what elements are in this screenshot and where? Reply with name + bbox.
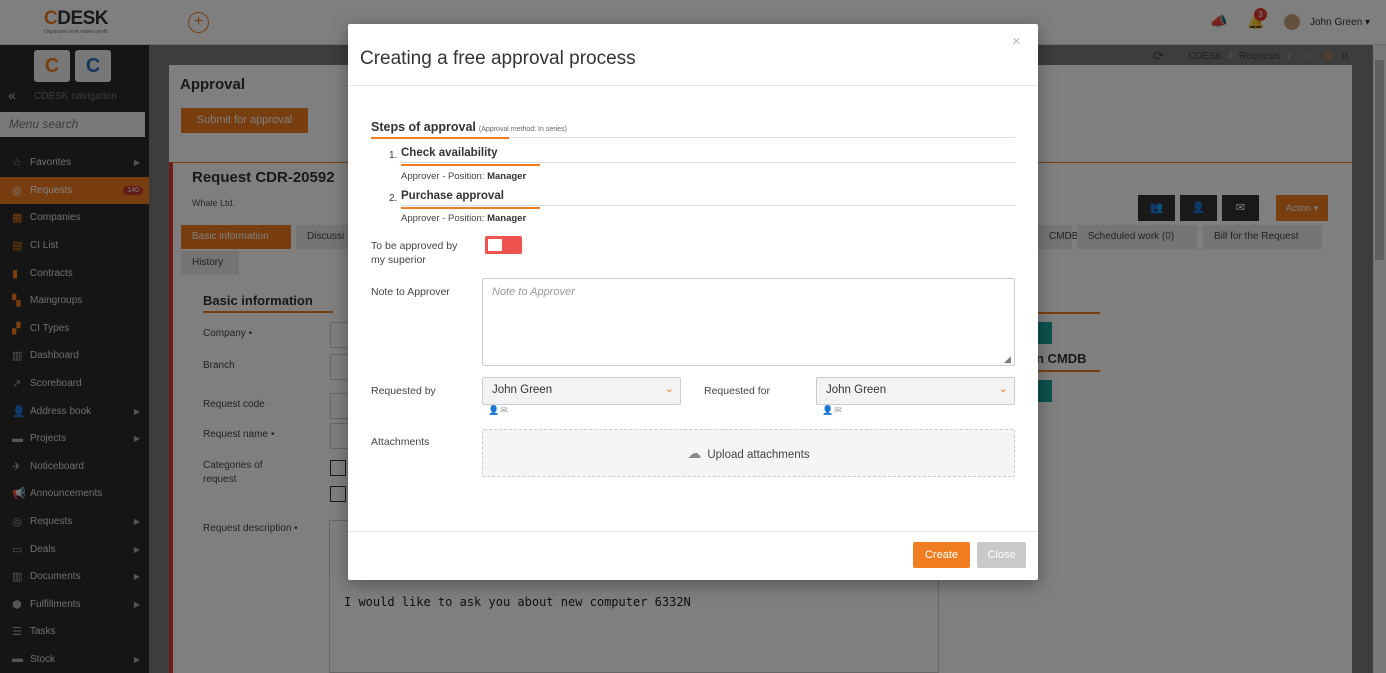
close-icon[interactable]: × (1012, 33, 1021, 50)
requested-by-select[interactable]: John Green ⌄ (482, 377, 681, 405)
requested-for-label: Requested for (704, 385, 770, 397)
envelope-icon[interactable]: ✉ (834, 405, 843, 415)
note-to-approver-input[interactable] (482, 278, 1015, 366)
chevron-down-icon: ⌄ (998, 383, 1008, 395)
step-approver: Approver - Position: Manager (401, 171, 527, 182)
person-icon[interactable]: 👤 (822, 405, 834, 415)
chevron-down-icon: ⌄ (664, 383, 674, 395)
superior-approval-toggle[interactable] (485, 236, 522, 254)
attachments-label: Attachments (371, 436, 430, 448)
approval-process-modal: Creating a free approval process × Steps… (348, 24, 1038, 580)
step-underline (401, 207, 540, 209)
step-name: Purchase approval (401, 190, 1015, 206)
toggle-knob (488, 239, 502, 251)
create-button[interactable]: Create (913, 542, 970, 568)
requested-for-contact-icons: 👤✉ (822, 405, 843, 416)
approval-method: (Approval method: In series) (478, 126, 567, 133)
superior-approval-label: To be approved by my superior (371, 240, 458, 266)
modal-title: Creating a free approval process (360, 48, 636, 69)
upload-attachments-dropzone[interactable]: ☁ Upload attachments (482, 429, 1015, 477)
step-number: 2. (389, 193, 398, 204)
requested-by-contact-icons: 👤✉ (488, 405, 509, 416)
step-number: 1. (389, 150, 398, 161)
envelope-icon[interactable]: ✉ (500, 405, 509, 415)
step-approver: Approver - Position: Manager (401, 213, 527, 224)
close-button[interactable]: Close (977, 542, 1026, 568)
requested-by-label: Requested by (371, 385, 436, 397)
requested-for-select[interactable]: John Green ⌄ (816, 377, 1015, 405)
cloud-upload-icon: ☁ (687, 445, 702, 461)
steps-of-approval-heading: Steps of approval (Approval method: In se… (371, 120, 1015, 138)
resize-grip-icon[interactable]: ◢ (1004, 354, 1011, 365)
note-to-approver-label: Note to Approver (371, 286, 450, 298)
step-name: Check availability (401, 147, 1015, 163)
person-icon[interactable]: 👤 (488, 405, 500, 415)
step-underline (401, 164, 540, 166)
modal-header: Creating a free approval process × (348, 24, 1038, 86)
heading-underline (371, 137, 509, 139)
